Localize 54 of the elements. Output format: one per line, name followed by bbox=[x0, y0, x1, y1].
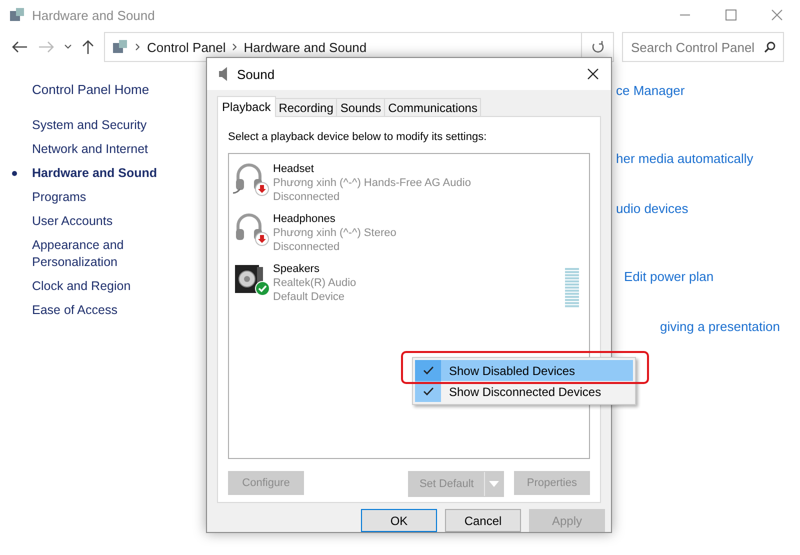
menu-item[interactable]: Show Disconnected Devices bbox=[415, 381, 633, 402]
up-arrow-icon bbox=[82, 39, 94, 55]
chevron-icon bbox=[232, 43, 238, 51]
sidebar-item[interactable]: Appearance and Personalization bbox=[12, 237, 167, 271]
volume-meter-icon bbox=[565, 268, 579, 308]
sidebar-item[interactable]: Ease of Access bbox=[12, 302, 167, 319]
device-name: Speakers bbox=[273, 262, 320, 276]
device-status: Disconnected bbox=[273, 190, 341, 204]
device-status: Disconnected bbox=[273, 240, 341, 254]
device-status: Default Device bbox=[273, 290, 346, 304]
search-icon bbox=[764, 41, 776, 53]
dialog-button[interactable]: Cancel bbox=[445, 509, 521, 532]
device-description: Realtek(R) Audio bbox=[273, 276, 356, 290]
device-item[interactable]: Headset Phương xinh (^-^) Hands-Free AG Audio Disconnected bbox=[229, 162, 589, 204]
device-description: Phương xinh (^-^) Hands-Free AG Audio bbox=[273, 176, 471, 190]
device-name: Headphones bbox=[273, 212, 336, 226]
back-arrow-icon bbox=[12, 41, 28, 53]
task-link[interactable]: Edit power plan bbox=[624, 269, 780, 285]
dialog-button[interactable]: OK bbox=[361, 509, 437, 532]
task-link[interactable]: her media automatically bbox=[616, 151, 780, 167]
control-panel-home-link[interactable]: Control Panel Home bbox=[32, 82, 200, 97]
task-link[interactable]: udio devices bbox=[616, 201, 780, 217]
control-panel-icon bbox=[8, 7, 26, 23]
chevron-icon bbox=[135, 43, 141, 51]
caret-icon bbox=[488, 481, 499, 487]
maximize-icon bbox=[725, 9, 737, 21]
search-field[interactable]: Search Control Panel bbox=[622, 32, 784, 62]
sidebar-item[interactable]: System and Security bbox=[12, 117, 167, 134]
device-item[interactable]: Headphones Phương xinh (^-^) Stereo Disconnected bbox=[229, 212, 589, 254]
forward-arrow-icon bbox=[38, 41, 54, 53]
sidebar-item[interactable]: Network and Internet bbox=[12, 141, 167, 158]
device-item[interactable]: Speakers Realtek(R) Audio Default Device bbox=[229, 262, 589, 308]
device-description: Phương xinh (^-^) Stereo bbox=[273, 226, 396, 240]
dialog-title: Sound bbox=[237, 66, 275, 82]
sidebar-item[interactable]: Clock and Region bbox=[12, 278, 167, 295]
tab[interactable]: Recording bbox=[274, 98, 338, 117]
task-link[interactable]: ce Manager bbox=[616, 83, 780, 99]
device-name: Headset bbox=[273, 162, 315, 176]
sidebar-item[interactable]: User Accounts bbox=[12, 213, 167, 230]
menu-item[interactable]: Show Disabled Devices bbox=[415, 360, 633, 381]
refresh-icon bbox=[590, 40, 604, 54]
window-title: Hardware and Sound bbox=[32, 8, 155, 22]
tab[interactable]: Playback bbox=[217, 96, 276, 117]
close-icon bbox=[771, 9, 783, 21]
breadcrumb-item[interactable]: Hardware and Sound bbox=[244, 40, 367, 54]
instruction-text: Select a playback device below to modify its settings: bbox=[228, 131, 488, 143]
close-icon bbox=[587, 68, 599, 80]
breadcrumb-item[interactable]: Control Panel bbox=[147, 40, 226, 54]
task-link[interactable]: giving a presentation bbox=[660, 319, 780, 335]
tab[interactable]: Communications bbox=[384, 98, 482, 117]
sidebar-item[interactable]: Programs bbox=[12, 189, 167, 206]
control-panel-icon bbox=[111, 39, 129, 55]
chevron-down-icon bbox=[64, 44, 72, 50]
sidebar-item[interactable]: Hardware and Sound bbox=[12, 165, 167, 182]
